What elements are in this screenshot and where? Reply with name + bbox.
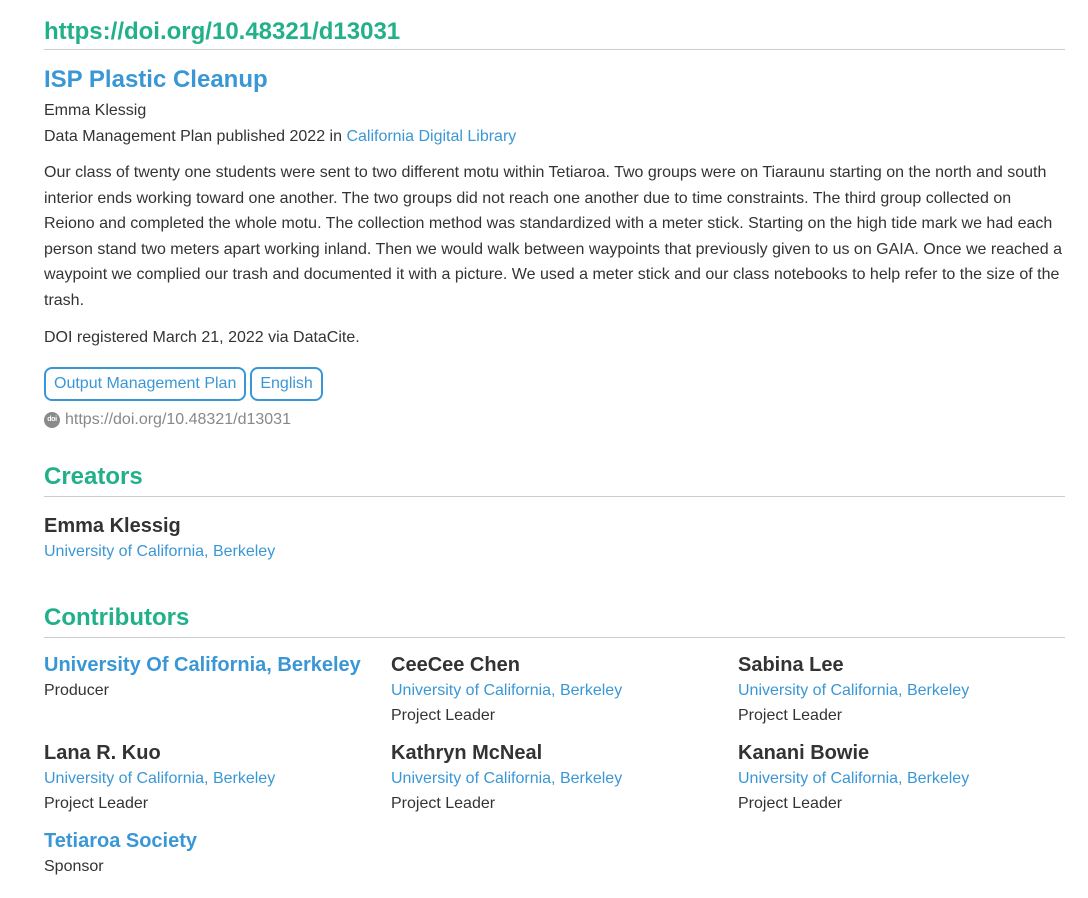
- creator-item: Emma Klessig University of California, B…: [44, 513, 1065, 564]
- contributors-divider: [44, 636, 1065, 638]
- contributor-item: University Of California, Berkeley Produ…: [44, 652, 391, 728]
- contributor-role: Sponsor: [44, 857, 104, 875]
- contributor-item: Tetiaroa Society Sponsor: [44, 828, 391, 879]
- contributor-name: Sabina Lee: [738, 653, 844, 676]
- contributor-org-link[interactable]: Tetiaroa Society: [44, 828, 391, 854]
- contributor-item: Lana R. Kuo University of California, Be…: [44, 740, 391, 816]
- contributor-name: Kanani Bowie: [738, 741, 870, 764]
- work-title-link[interactable]: ISP Plastic Cleanup: [44, 66, 1065, 94]
- contributor-affiliation-link[interactable]: University of California, Berkeley: [44, 766, 391, 791]
- work-description: Our class of twenty one students were se…: [44, 164, 1063, 309]
- contributor-role: Project Leader: [391, 794, 496, 812]
- registration-info: DOI registered March 21, 2022 via DataCi…: [44, 328, 360, 346]
- doi-link[interactable]: https://doi.org/10.48321/d13031: [65, 411, 291, 429]
- contributor-org-link[interactable]: University Of California, Berkeley: [44, 652, 391, 678]
- doi-line: doi https://doi.org/10.48321/d13031: [44, 411, 1065, 429]
- contributor-role: Project Leader: [738, 706, 843, 724]
- contributor-item: CeeCee Chen University of California, Be…: [391, 652, 738, 728]
- contributor-affiliation-link[interactable]: University of California, Berkeley: [738, 678, 1065, 703]
- contributor-name: Lana R. Kuo: [44, 741, 161, 764]
- contributor-affiliation-link[interactable]: University of California, Berkeley: [391, 766, 738, 791]
- contributor-role: Project Leader: [44, 794, 149, 812]
- doi-record-page: https://doi.org/10.48321/d13031 ISP Plas…: [0, 18, 1088, 879]
- contributor-name: CeeCee Chen: [391, 653, 520, 676]
- contributor-affiliation-link[interactable]: University of California, Berkeley: [738, 766, 1065, 791]
- work-author: Emma Klessig: [44, 102, 147, 119]
- doi-icon: doi: [44, 411, 60, 428]
- contributor-item: Sabina Lee University of California, Ber…: [738, 652, 1065, 728]
- contributor-role: Producer: [44, 681, 109, 699]
- doi-title-link[interactable]: https://doi.org/10.48321/d13031: [44, 18, 1065, 49]
- tag-language[interactable]: English: [250, 366, 323, 401]
- publisher-link[interactable]: California Digital Library: [346, 128, 516, 145]
- creator-affiliation-link[interactable]: University of California, Berkeley: [44, 539, 1065, 564]
- contributor-role: Project Leader: [391, 706, 496, 724]
- contributor-name: Kathryn McNeal: [391, 741, 543, 764]
- contributor-item: Kathryn McNeal University of California,…: [391, 740, 738, 816]
- contributor-affiliation-link[interactable]: University of California, Berkeley: [391, 678, 738, 703]
- published-line: Data Management Plan published 2022 in C…: [44, 124, 1065, 150]
- creators-divider: [44, 495, 1065, 497]
- tag-list: Output Management Plan English: [44, 366, 1065, 401]
- creators-heading: Creators: [44, 462, 143, 490]
- tag-resource-type[interactable]: Output Management Plan: [44, 366, 247, 401]
- contributors-heading: Contributors: [44, 603, 190, 631]
- contributor-role: Project Leader: [738, 794, 843, 812]
- title-divider: [44, 49, 1065, 50]
- creator-name: Emma Klessig: [44, 514, 181, 537]
- published-prefix: Data Management Plan published 2022 in: [44, 128, 342, 145]
- contributors-grid: University Of California, Berkeley Produ…: [44, 652, 1065, 879]
- contributor-item: Kanani Bowie University of California, B…: [738, 740, 1065, 816]
